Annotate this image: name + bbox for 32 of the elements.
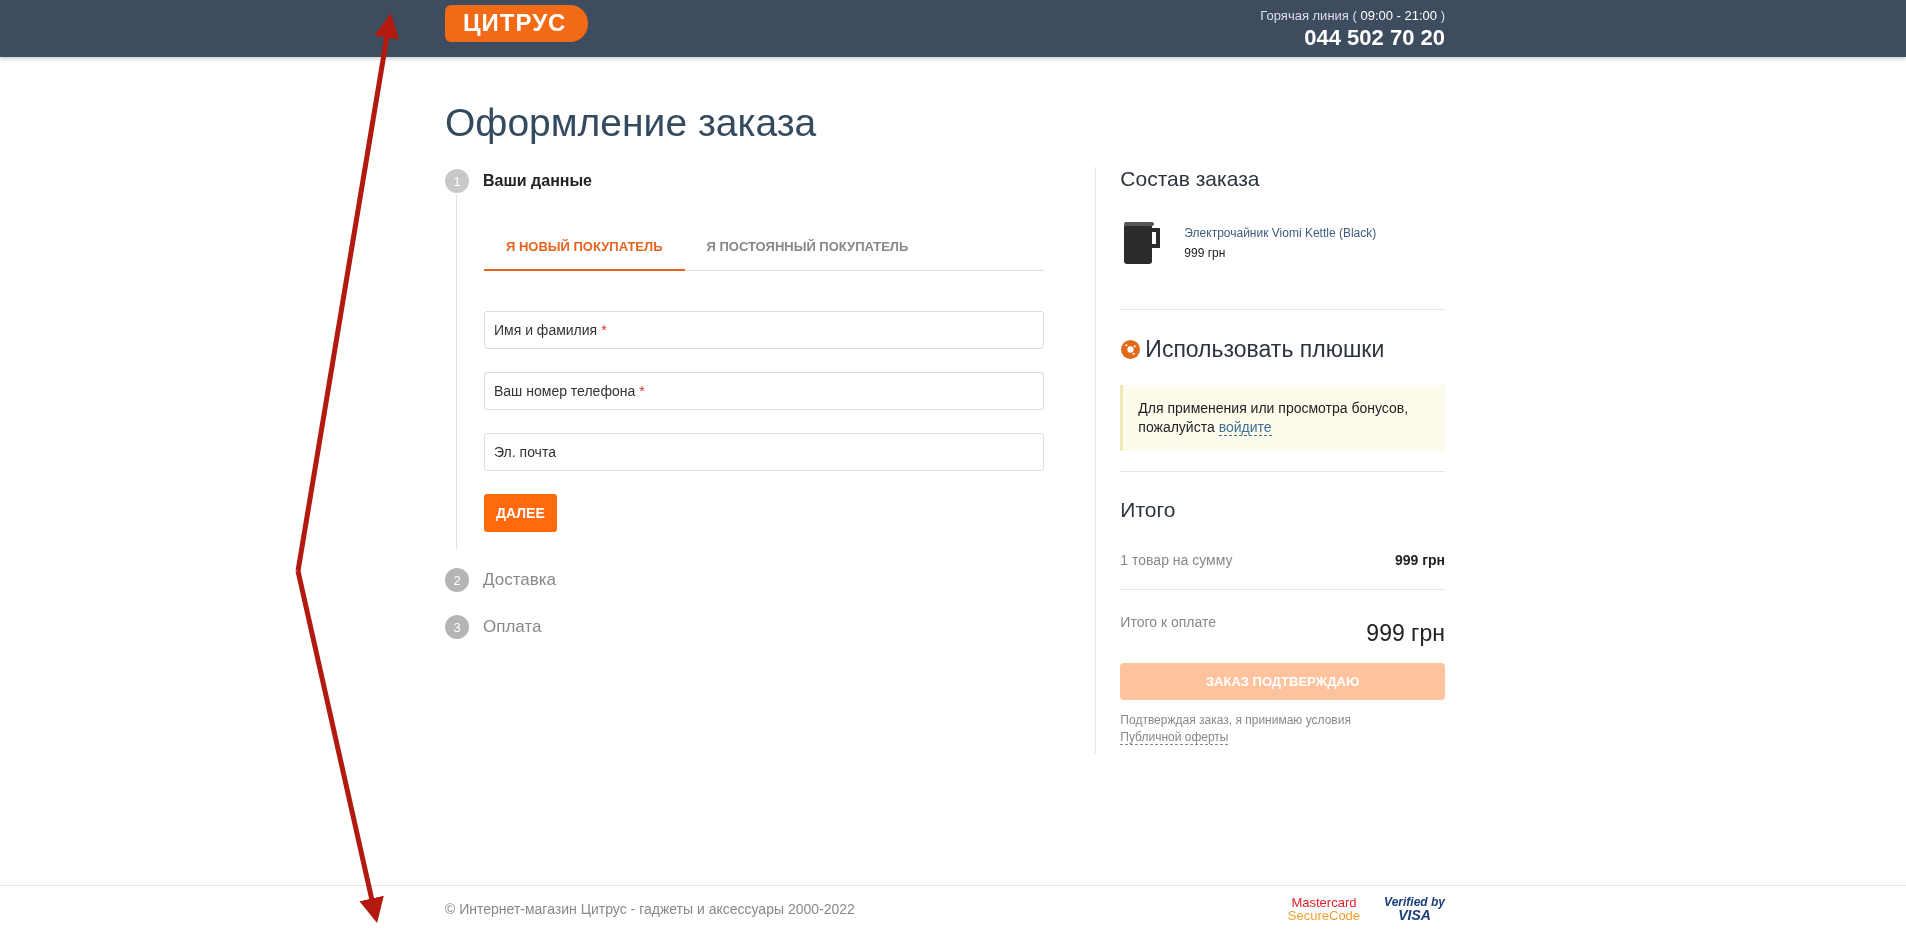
product-name[interactable]: Электрочайник Viomi Kettle (Black) <box>1184 226 1377 240</box>
step-label: Доставка <box>483 570 556 590</box>
terms-text: Подтверждая заказ, я принимаю условия Публичной оферты <box>1120 712 1352 746</box>
step-number: 3 <box>445 615 469 639</box>
page-title: Оформление заказа <box>445 101 818 145</box>
securecode-logo-text: Mastercard SecureCode <box>1287 895 1361 922</box>
next-button[interactable]: ДАЛЕЕ <box>484 494 557 532</box>
section-title: Состав заказа <box>1120 167 1261 191</box>
step-label: Ваши данные <box>483 172 592 190</box>
login-link[interactable]: войдите <box>1218 419 1272 436</box>
product-price: 999 грн <box>1184 246 1227 260</box>
copyright-text: © Интернет-магазин Цитрус - гаджеты и аксессуары 2000-2022 <box>445 900 855 917</box>
section-title: Использовать плюшки <box>1145 336 1385 363</box>
customer-tab[interactable]: Я ПОСТОЯННЫЙ ПОКУПАТЕЛЬ <box>684 225 931 271</box>
subtotal-value: 999 грн <box>1394 552 1445 568</box>
input-field[interactable]: Имя и фамилия * <box>484 311 1045 349</box>
section-title: Итого <box>1120 498 1177 522</box>
logo[interactable]: ЦИТРУС <box>445 5 589 42</box>
phone-number[interactable]: 044 502 70 20 <box>1304 25 1445 51</box>
total-label: Итого к оплате <box>1120 614 1216 630</box>
donut-icon <box>1120 339 1142 360</box>
total-value: 999 грн <box>1366 620 1445 647</box>
subtotal-label: 1 товар на сумму <box>1120 552 1233 568</box>
bonus-notice: Для применения или просмотра бонусов, пожалуйста войдите <box>1120 385 1445 451</box>
input-field[interactable]: Ваш номер телефона * <box>484 372 1045 410</box>
step-number: 2 <box>445 568 469 592</box>
verified-by-visa-logo-text: Verified by VISA <box>1384 895 1445 922</box>
step-label: Оплата <box>483 617 542 637</box>
public-offer-link[interactable]: Публичной оферты <box>1120 730 1229 745</box>
input-field[interactable]: Эл. почта <box>484 433 1045 471</box>
hotline-hours: Горячая линия ( 09:00 - 21:00 ) <box>1260 8 1445 23</box>
customer-tab[interactable]: Я НОВЫЙ ПОКУПАТЕЛЬ <box>484 225 685 271</box>
